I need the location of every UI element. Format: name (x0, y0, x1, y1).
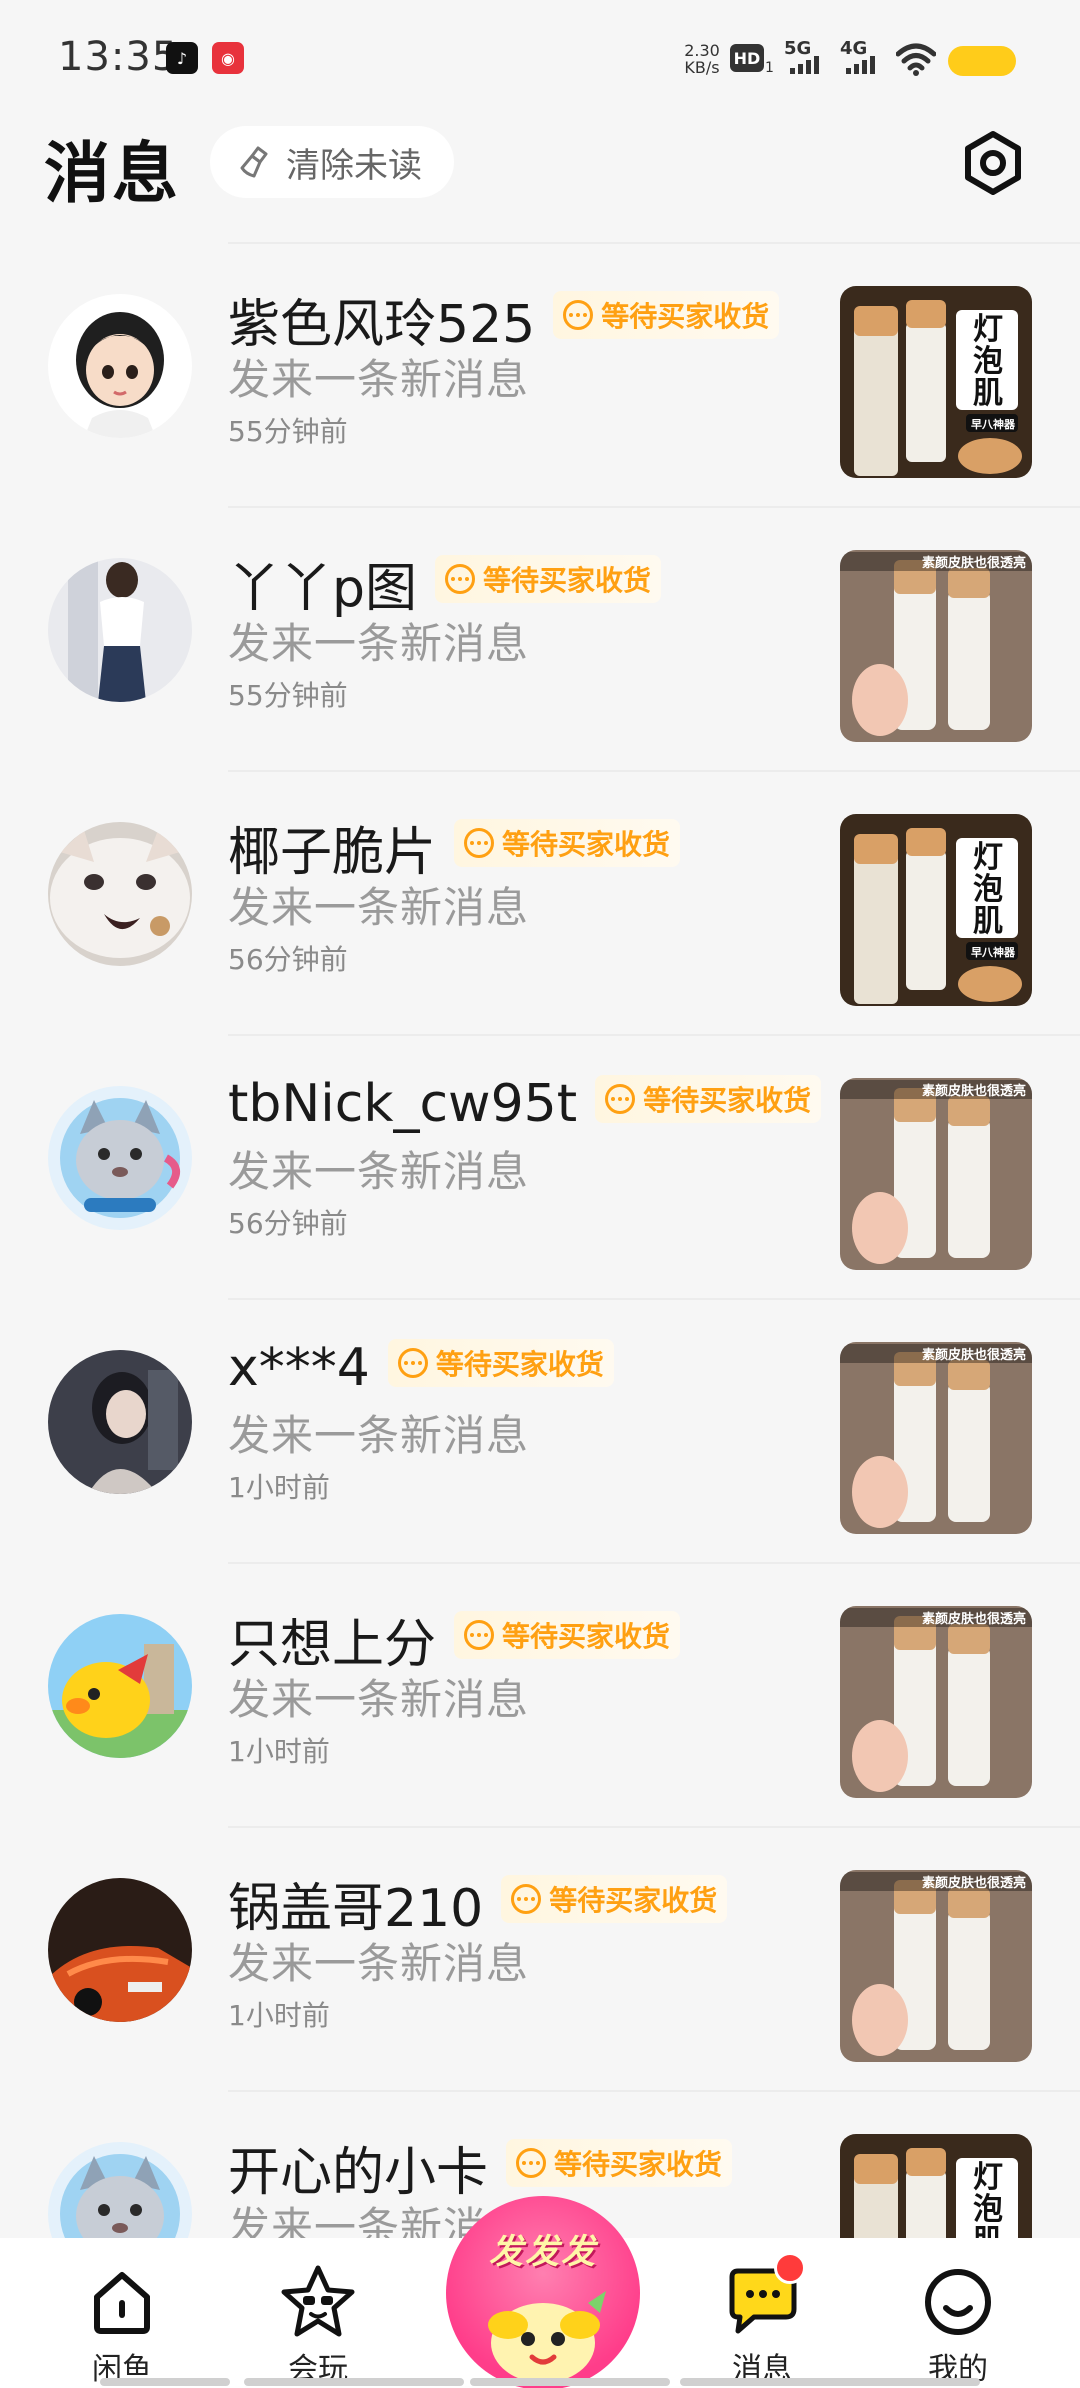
more-dots-icon (511, 1883, 542, 1914)
tiktok-icon: ♪ (166, 42, 198, 74)
product-thumbnail[interactable]: 素颜皮肤也很透亮 (840, 1342, 1032, 1534)
message-preview: 发来一条新消息 (228, 355, 530, 404)
avatar[interactable] (48, 1350, 192, 1494)
product-thumbnail[interactable]: 灯泡肌 (840, 2134, 1032, 2238)
message-time: 56分钟前 (228, 1207, 348, 1240)
avatar[interactable] (48, 1614, 192, 1758)
message-time: 56分钟前 (228, 943, 348, 976)
shopping-app-icon: ◉ (212, 42, 244, 74)
message-preview: 发来一条新消息 (228, 1675, 530, 1724)
contact-name: tbNick_cw95t (228, 1074, 578, 1134)
order-status-tag: 等待买家收货 (595, 1075, 822, 1123)
avatar[interactable] (48, 1086, 192, 1230)
avatar[interactable] (48, 1878, 192, 2022)
message-time: 1小时前 (228, 1471, 330, 1504)
more-dots-icon (516, 2147, 547, 2178)
message-preview: 发来一条新消息 (228, 1147, 530, 1196)
product-thumbnail[interactable]: 素颜皮肤也很透亮 (840, 1078, 1032, 1270)
message-item[interactable]: x***4 等待买家收货 发来一条新消息 1小时前 素颜皮肤也很透亮 (0, 1300, 1080, 1564)
nav-messages[interactable]: 消息 (682, 2238, 842, 2388)
order-status-tag: 等待买家收货 (506, 2138, 733, 2187)
message-item[interactable]: tbNick_cw95t 等待买家收货 发来一条新消息 56分钟前 素颜皮肤也很… (0, 1036, 1080, 1300)
mascot-fish-icon (488, 2291, 606, 2383)
smiley-icon (925, 2269, 991, 2335)
message-time: 55分钟前 (228, 415, 348, 448)
product-thumbnail[interactable]: 灯泡肌 早八神器 (840, 814, 1032, 1006)
more-dots-icon (464, 827, 495, 858)
message-preview: 发来一条新消息 (228, 1939, 530, 1988)
thumbnail-caption: 素颜皮肤也很透亮 (840, 1872, 1032, 1891)
signal-bars-icon (790, 56, 819, 74)
gesture-bar (100, 2378, 230, 2386)
clear-unread-label: 清除未读 (286, 145, 422, 186)
message-item[interactable]: 锅盖哥210 等待买家收货 发来一条新消息 1小时前 素颜皮肤也很透亮 (0, 1828, 1080, 2092)
message-preview: 发来一条新消息 (228, 883, 530, 932)
message-time: 55分钟前 (228, 679, 348, 712)
thumbnail-subcaption: 早八神器 (971, 946, 1015, 959)
thumbnail-caption: 灯泡肌 (973, 840, 1003, 939)
more-dots-icon (605, 1084, 636, 1114)
avatar[interactable] (48, 558, 192, 702)
thumbnail-caption: 素颜皮肤也很透亮 (840, 1608, 1032, 1627)
thumbnail-caption: 素颜皮肤也很透亮 (840, 1080, 1032, 1099)
wifi-icon (896, 43, 936, 76)
battery-icon (948, 46, 1016, 76)
message-item[interactable]: 只想上分 等待买家收货 发来一条新消息 1小时前 素颜皮肤也很透亮 (0, 1564, 1080, 1828)
nav-play[interactable]: 会玩 (238, 2238, 398, 2388)
product-thumbnail[interactable]: 素颜皮肤也很透亮 (840, 550, 1032, 742)
hd-sim-index: 1 (765, 60, 774, 76)
publish-button[interactable]: 发发发 (446, 2196, 640, 2388)
more-dots-icon (464, 1619, 495, 1650)
avatar[interactable] (48, 294, 192, 438)
message-item[interactable]: 丫丫p图 等待买家收货 发来一条新消息 55分钟前 素颜皮肤也很透亮 (0, 508, 1080, 772)
clear-unread-button[interactable]: 清除未读 (210, 126, 454, 198)
page-title: 消息 (44, 135, 180, 212)
publish-label: 发发发 (489, 2232, 597, 2272)
avatar[interactable] (48, 822, 192, 966)
order-status-tag: 等待买家收货 (454, 1610, 681, 1659)
hd-voice-icon: HD (730, 44, 764, 72)
nav-home[interactable]: 闲鱼 (42, 2238, 202, 2388)
more-dots-icon (445, 563, 476, 594)
more-dots-icon (397, 1348, 428, 1378)
order-status-tag: 等待买家收货 (454, 818, 681, 867)
thumbnail-caption: 素颜皮肤也很透亮 (840, 552, 1032, 571)
unread-badge (774, 2252, 806, 2284)
star-sunglasses-icon (281, 2265, 355, 2337)
settings-button[interactable] (958, 128, 1028, 198)
status-bar: 13:35 ♪ ◉ 2.30 KB/s HD 1 5G 4G (0, 0, 1080, 110)
message-preview: 发来一条新消息 (228, 1411, 530, 1460)
settings-icon (965, 131, 1021, 195)
gesture-bar (680, 2378, 980, 2386)
order-status-tag: 等待买家收货 (387, 1339, 614, 1387)
product-thumbnail[interactable]: 素颜皮肤也很透亮 (840, 1870, 1032, 2062)
message-time: 1小时前 (228, 1999, 330, 2032)
more-dots-icon (563, 299, 594, 330)
product-thumbnail[interactable]: 素颜皮肤也很透亮 (840, 1606, 1032, 1798)
thumbnail-caption: 灯泡肌 (973, 2160, 1003, 2239)
message-item[interactable]: 紫色风玲525 等待买家收货 发来一条新消息 55分钟前 灯泡肌 早八神器 (0, 244, 1080, 508)
thumbnail-subcaption: 早八神器 (971, 418, 1015, 431)
contact-name: x***4 (228, 1338, 370, 1398)
product-thumbnail[interactable]: 灯泡肌 早八神器 (840, 286, 1032, 478)
order-status-tag: 等待买家收货 (553, 290, 780, 339)
gesture-bar (244, 2378, 464, 2386)
signal-bars-icon (846, 56, 875, 74)
message-list[interactable]: 紫色风玲525 等待买家收货 发来一条新消息 55分钟前 灯泡肌 早八神器 丫丫… (0, 242, 1080, 2238)
thumbnail-caption: 素颜皮肤也很透亮 (840, 1344, 1032, 1363)
network-speed: 2.30 KB/s (684, 41, 720, 77)
message-time: 1小时前 (228, 1735, 330, 1768)
nav-mine[interactable]: 我的 (878, 2238, 1038, 2388)
order-status-tag: 等待买家收货 (435, 554, 662, 603)
gesture-bar (470, 2378, 670, 2386)
avatar[interactable] (48, 2142, 192, 2238)
order-status-tag: 等待买家收货 (501, 1874, 728, 1923)
message-preview: 发来一条新消息 (228, 619, 530, 668)
status-time: 13:35 (58, 34, 179, 80)
message-item[interactable]: 椰子脆片 等待买家收货 发来一条新消息 56分钟前 灯泡肌 早八神器 (0, 772, 1080, 1036)
broom-icon (240, 146, 268, 178)
home-icon (94, 2272, 150, 2334)
thumbnail-caption: 灯泡肌 (973, 312, 1003, 411)
